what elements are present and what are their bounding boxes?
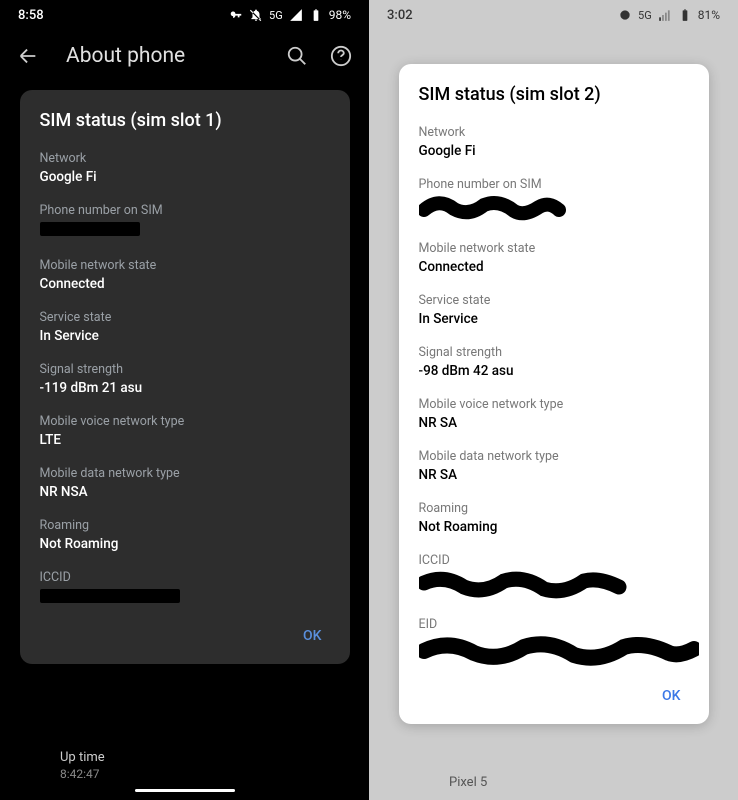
key-icon <box>229 8 243 22</box>
network-label: Network <box>40 151 330 166</box>
data-network-label: Mobile data network type <box>40 466 330 481</box>
roaming-label: Roaming <box>40 518 330 533</box>
mobile-network-state-label: Mobile network state <box>40 258 330 273</box>
network-label: Network <box>419 125 689 140</box>
signal-strength-value: -98 dBm 42 asu <box>419 363 689 379</box>
phone-number-label: Phone number on SIM <box>40 203 330 218</box>
service-state-label: Service state <box>419 293 689 308</box>
search-button[interactable] <box>283 42 311 70</box>
dialog-title: SIM status (sim slot 1) <box>40 110 330 131</box>
battery-pct: 81% <box>698 8 720 22</box>
signal-strength-label: Signal strength <box>419 345 689 360</box>
net-type: 5G <box>638 9 652 22</box>
roaming-value: Not Roaming <box>419 519 689 535</box>
uptime-label: Up time <box>60 750 309 765</box>
eid-label: EID <box>419 617 689 632</box>
signal-icon <box>289 8 303 22</box>
device-label: Pixel 5 <box>449 775 487 790</box>
help-button[interactable] <box>327 42 355 70</box>
phone-number-label: Phone number on SIM <box>419 177 689 192</box>
redacted-phone-number <box>419 195 619 223</box>
ok-button[interactable]: OK <box>303 628 322 644</box>
roaming-value: Not Roaming <box>40 536 330 552</box>
status-time: 3:02 <box>387 8 413 23</box>
alarm-icon <box>618 8 632 22</box>
battery-icon <box>309 8 323 22</box>
dialog-title: SIM status (sim slot 2) <box>419 84 689 105</box>
battery-icon <box>678 8 692 22</box>
net-type: 5G <box>269 9 283 22</box>
redacted-phone-number <box>40 222 140 236</box>
data-network-value: NR SA <box>419 467 689 483</box>
voice-network-label: Mobile voice network type <box>40 414 330 429</box>
iccid-label: ICCID <box>40 570 330 585</box>
mobile-network-state-value: Connected <box>40 276 330 292</box>
back-button[interactable] <box>14 42 42 70</box>
data-network-label: Mobile data network type <box>419 449 689 464</box>
home-indicator[interactable] <box>135 789 235 792</box>
roaming-label: Roaming <box>419 501 689 516</box>
redacted-iccid <box>40 589 180 603</box>
redacted-eid <box>419 635 699 667</box>
signal-strength-label: Signal strength <box>40 362 330 377</box>
service-state-value: In Service <box>419 311 689 327</box>
service-state-value: In Service <box>40 328 330 344</box>
voice-network-label: Mobile voice network type <box>419 397 689 412</box>
dnd-icon <box>249 8 263 22</box>
signal-strength-value: -119 dBm 21 asu <box>40 380 330 396</box>
mobile-network-state-value: Connected <box>419 259 689 275</box>
redacted-iccid <box>419 571 619 599</box>
page-title: About phone <box>58 44 267 68</box>
voice-network-value: NR SA <box>419 415 689 431</box>
mobile-network-state-label: Mobile network state <box>419 241 689 256</box>
network-value: Google Fi <box>419 143 689 159</box>
status-time: 8:58 <box>18 8 44 23</box>
sim-status-dialog: SIM status (sim slot 1) Network Google F… <box>20 90 350 664</box>
service-state-label: Service state <box>40 310 330 325</box>
voice-network-value: LTE <box>40 432 330 448</box>
battery-pct: 98% <box>329 8 351 22</box>
data-network-value: NR NSA <box>40 484 330 500</box>
network-value: Google Fi <box>40 169 330 185</box>
ok-button[interactable]: OK <box>662 688 681 704</box>
signal-icon <box>658 8 672 22</box>
iccid-label: ICCID <box>419 553 689 568</box>
sim-status-dialog: SIM status (sim slot 2) Network Google F… <box>399 64 709 724</box>
uptime-value: 8:42:47 <box>60 767 309 781</box>
